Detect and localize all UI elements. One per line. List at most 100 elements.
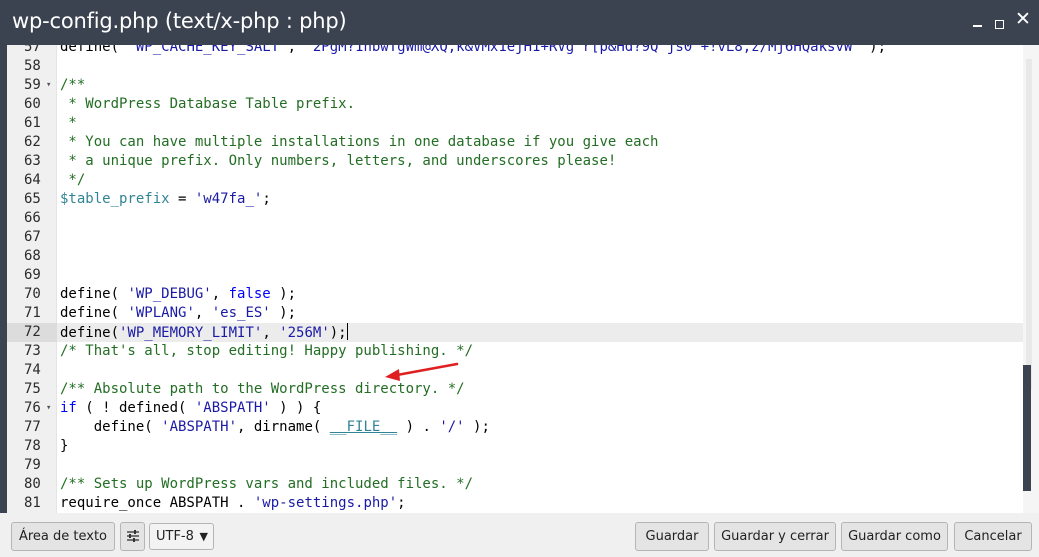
code-line[interactable]: 77 define( 'ABSPATH', dirname( __FILE__ …: [7, 418, 1023, 437]
code-token: * a unique prefix. Only numbers, letters…: [60, 153, 617, 169]
code-token: 'ABSPATH': [194, 400, 271, 416]
code-line[interactable]: 71 define( 'WPLANG', 'es_ES' );: [7, 304, 1023, 323]
code-token: /* That's all, stop editing! Happy publi…: [60, 343, 474, 359]
code-token: require_once ABSPATH .: [60, 495, 254, 511]
encoding-select[interactable]: UTF-8 ▼: [149, 523, 214, 550]
cancel-button[interactable]: Cancelar: [954, 522, 1032, 551]
code-token: );: [270, 305, 297, 321]
code-token: define(: [60, 45, 128, 55]
code-token: * You can have multiple installations in…: [60, 134, 659, 150]
code-line[interactable]: 68: [7, 247, 1023, 266]
code-token: );: [270, 286, 297, 302]
line-number: 77: [24, 419, 41, 435]
code-token: ,: [211, 286, 229, 302]
code-line[interactable]: 74: [7, 361, 1023, 380]
code-token: ( ! defined(: [76, 400, 195, 416]
code-line[interactable]: 61 *: [7, 114, 1023, 133]
code-token: ;: [397, 495, 406, 511]
fold-toggle-icon[interactable]: ▾: [46, 399, 51, 418]
code-line[interactable]: 60 * WordPress Database Table prefix.: [7, 95, 1023, 114]
line-number: 62: [24, 134, 41, 150]
code-token: 'es_ES': [211, 305, 271, 321]
editor-window: wp-config.php (text/x-php : php) ✕ 57 def…: [0, 0, 1039, 557]
save-as-button[interactable]: Guardar como: [841, 522, 948, 551]
code-token: 'WP_CACHE_KEY_SALT': [127, 45, 288, 55]
code-token: $table_prefix: [60, 191, 170, 207]
code-line[interactable]: 63 * a unique prefix. Only numbers, lett…: [7, 152, 1023, 171]
code-token: define(: [60, 325, 120, 341]
line-number: 61: [24, 115, 41, 131]
code-line[interactable]: 73 /* That's all, stop editing! Happy pub…: [7, 342, 1023, 361]
code-token: 'WPLANG': [127, 305, 195, 321]
code-token: define(: [60, 286, 128, 302]
code-text: * WordPress Database Table prefix.: [60, 95, 355, 114]
code-text: define( 'WPLANG', 'es_ES' );: [60, 304, 296, 323]
code-token: *: [60, 115, 77, 131]
code-editor[interactable]: 57 define( 'WP_CACHE_KEY_SALT', '2PgM?1nb…: [7, 45, 1039, 513]
code-line[interactable]: 59 ▾/**: [7, 76, 1023, 95]
line-number: 78: [24, 438, 41, 454]
fold-toggle-icon[interactable]: ▾: [46, 76, 51, 95]
vertical-scrollbar[interactable]: [1023, 45, 1039, 513]
encoding-value: UTF-8: [156, 529, 194, 544]
line-number: 81: [24, 495, 41, 511]
code-token: ,: [194, 305, 212, 321]
code-text: require_once ABSPATH . 'wp-settings.php'…: [60, 494, 406, 513]
code-token: ,: [262, 325, 280, 341]
code-token: false: [228, 286, 271, 302]
code-text: define( 'ABSPATH', dirname( __FILE__ ) .…: [60, 418, 490, 437]
code-line[interactable]: 72 define('WP_MEMORY_LIMIT', '256M');: [7, 323, 1023, 342]
code-token: /**: [60, 77, 86, 93]
sliders-icon: [126, 530, 139, 542]
code-text: /* That's all, stop editing! Happy publi…: [60, 342, 473, 361]
title-bar[interactable]: wp-config.php (text/x-php : php) ✕: [0, 0, 1039, 45]
line-number: 57: [24, 45, 41, 55]
line-number: 63: [24, 153, 41, 169]
close-icon[interactable]: ✕: [1015, 10, 1031, 29]
code-token: , dirname(: [237, 419, 330, 435]
code-text: */: [60, 171, 85, 190]
red-arrow-icon: [385, 362, 459, 381]
code-line[interactable]: 80 /** Sets up WordPress vars and include…: [7, 475, 1023, 494]
code-line[interactable]: 79: [7, 456, 1023, 475]
code-lines: 57 define( 'WP_CACHE_KEY_SALT', '2PgM?1nb…: [7, 45, 1023, 513]
code-line[interactable]: 65 $table_prefix = 'w47fa_';: [7, 190, 1023, 209]
code-token: 'w47fa_': [194, 191, 263, 207]
text-area-button[interactable]: Área de texto: [11, 522, 115, 551]
line-number: 73: [24, 343, 41, 359]
code-token: '2PgM?1nbwTgWm@XQ,k&VMx1ejH1+RVg r[p&Hd?…: [304, 45, 861, 55]
save-and-close-button[interactable]: Guardar y cerrar: [714, 522, 836, 551]
code-token: ) .: [397, 419, 440, 435]
code-line[interactable]: 70 define( 'WP_DEBUG', false );: [7, 285, 1023, 304]
code-line[interactable]: 75 /** Absolute path to the WordPress dir…: [7, 380, 1023, 399]
code-text: }: [60, 437, 68, 456]
code-line[interactable]: 66: [7, 209, 1023, 228]
minimize-icon[interactable]: [973, 12, 982, 27]
code-text: * You can have multiple installations in…: [60, 133, 658, 152]
code-text: *: [60, 114, 77, 133]
code-token: ;: [262, 191, 271, 207]
line-number: 70: [24, 286, 41, 302]
code-text: /**: [60, 76, 85, 95]
code-line[interactable]: 67: [7, 228, 1023, 247]
code-token: ) ) {: [270, 400, 322, 416]
line-number: 72: [7, 323, 57, 342]
code-token: */: [60, 172, 86, 188]
editor-options-button[interactable]: [120, 522, 145, 551]
code-text: define( 'WP_DEBUG', false );: [60, 285, 296, 304]
code-line[interactable]: 62 * You can have multiple installations…: [7, 133, 1023, 152]
code-line[interactable]: 58: [7, 57, 1023, 76]
scrollbar-thumb[interactable]: [1023, 365, 1031, 491]
line-number: 69: [24, 267, 41, 283]
code-line[interactable]: 76 ▾ if ( ! defined( 'ABSPATH' ) ) {: [7, 399, 1023, 418]
save-button[interactable]: Guardar: [635, 522, 709, 551]
code-token: * WordPress Database Table prefix.: [60, 96, 356, 112]
code-token: define(: [60, 419, 162, 435]
code-line[interactable]: 81 require_once ABSPATH . 'wp-settings.ph…: [7, 494, 1023, 513]
code-line[interactable]: 64 */: [7, 171, 1023, 190]
chevron-down-icon: ▼: [199, 530, 208, 543]
code-line[interactable]: 69: [7, 266, 1023, 285]
code-line[interactable]: 57 define( 'WP_CACHE_KEY_SALT', '2PgM?1nb…: [7, 45, 1023, 57]
code-line[interactable]: 78}: [7, 437, 1023, 456]
maximize-icon[interactable]: [995, 14, 1004, 29]
